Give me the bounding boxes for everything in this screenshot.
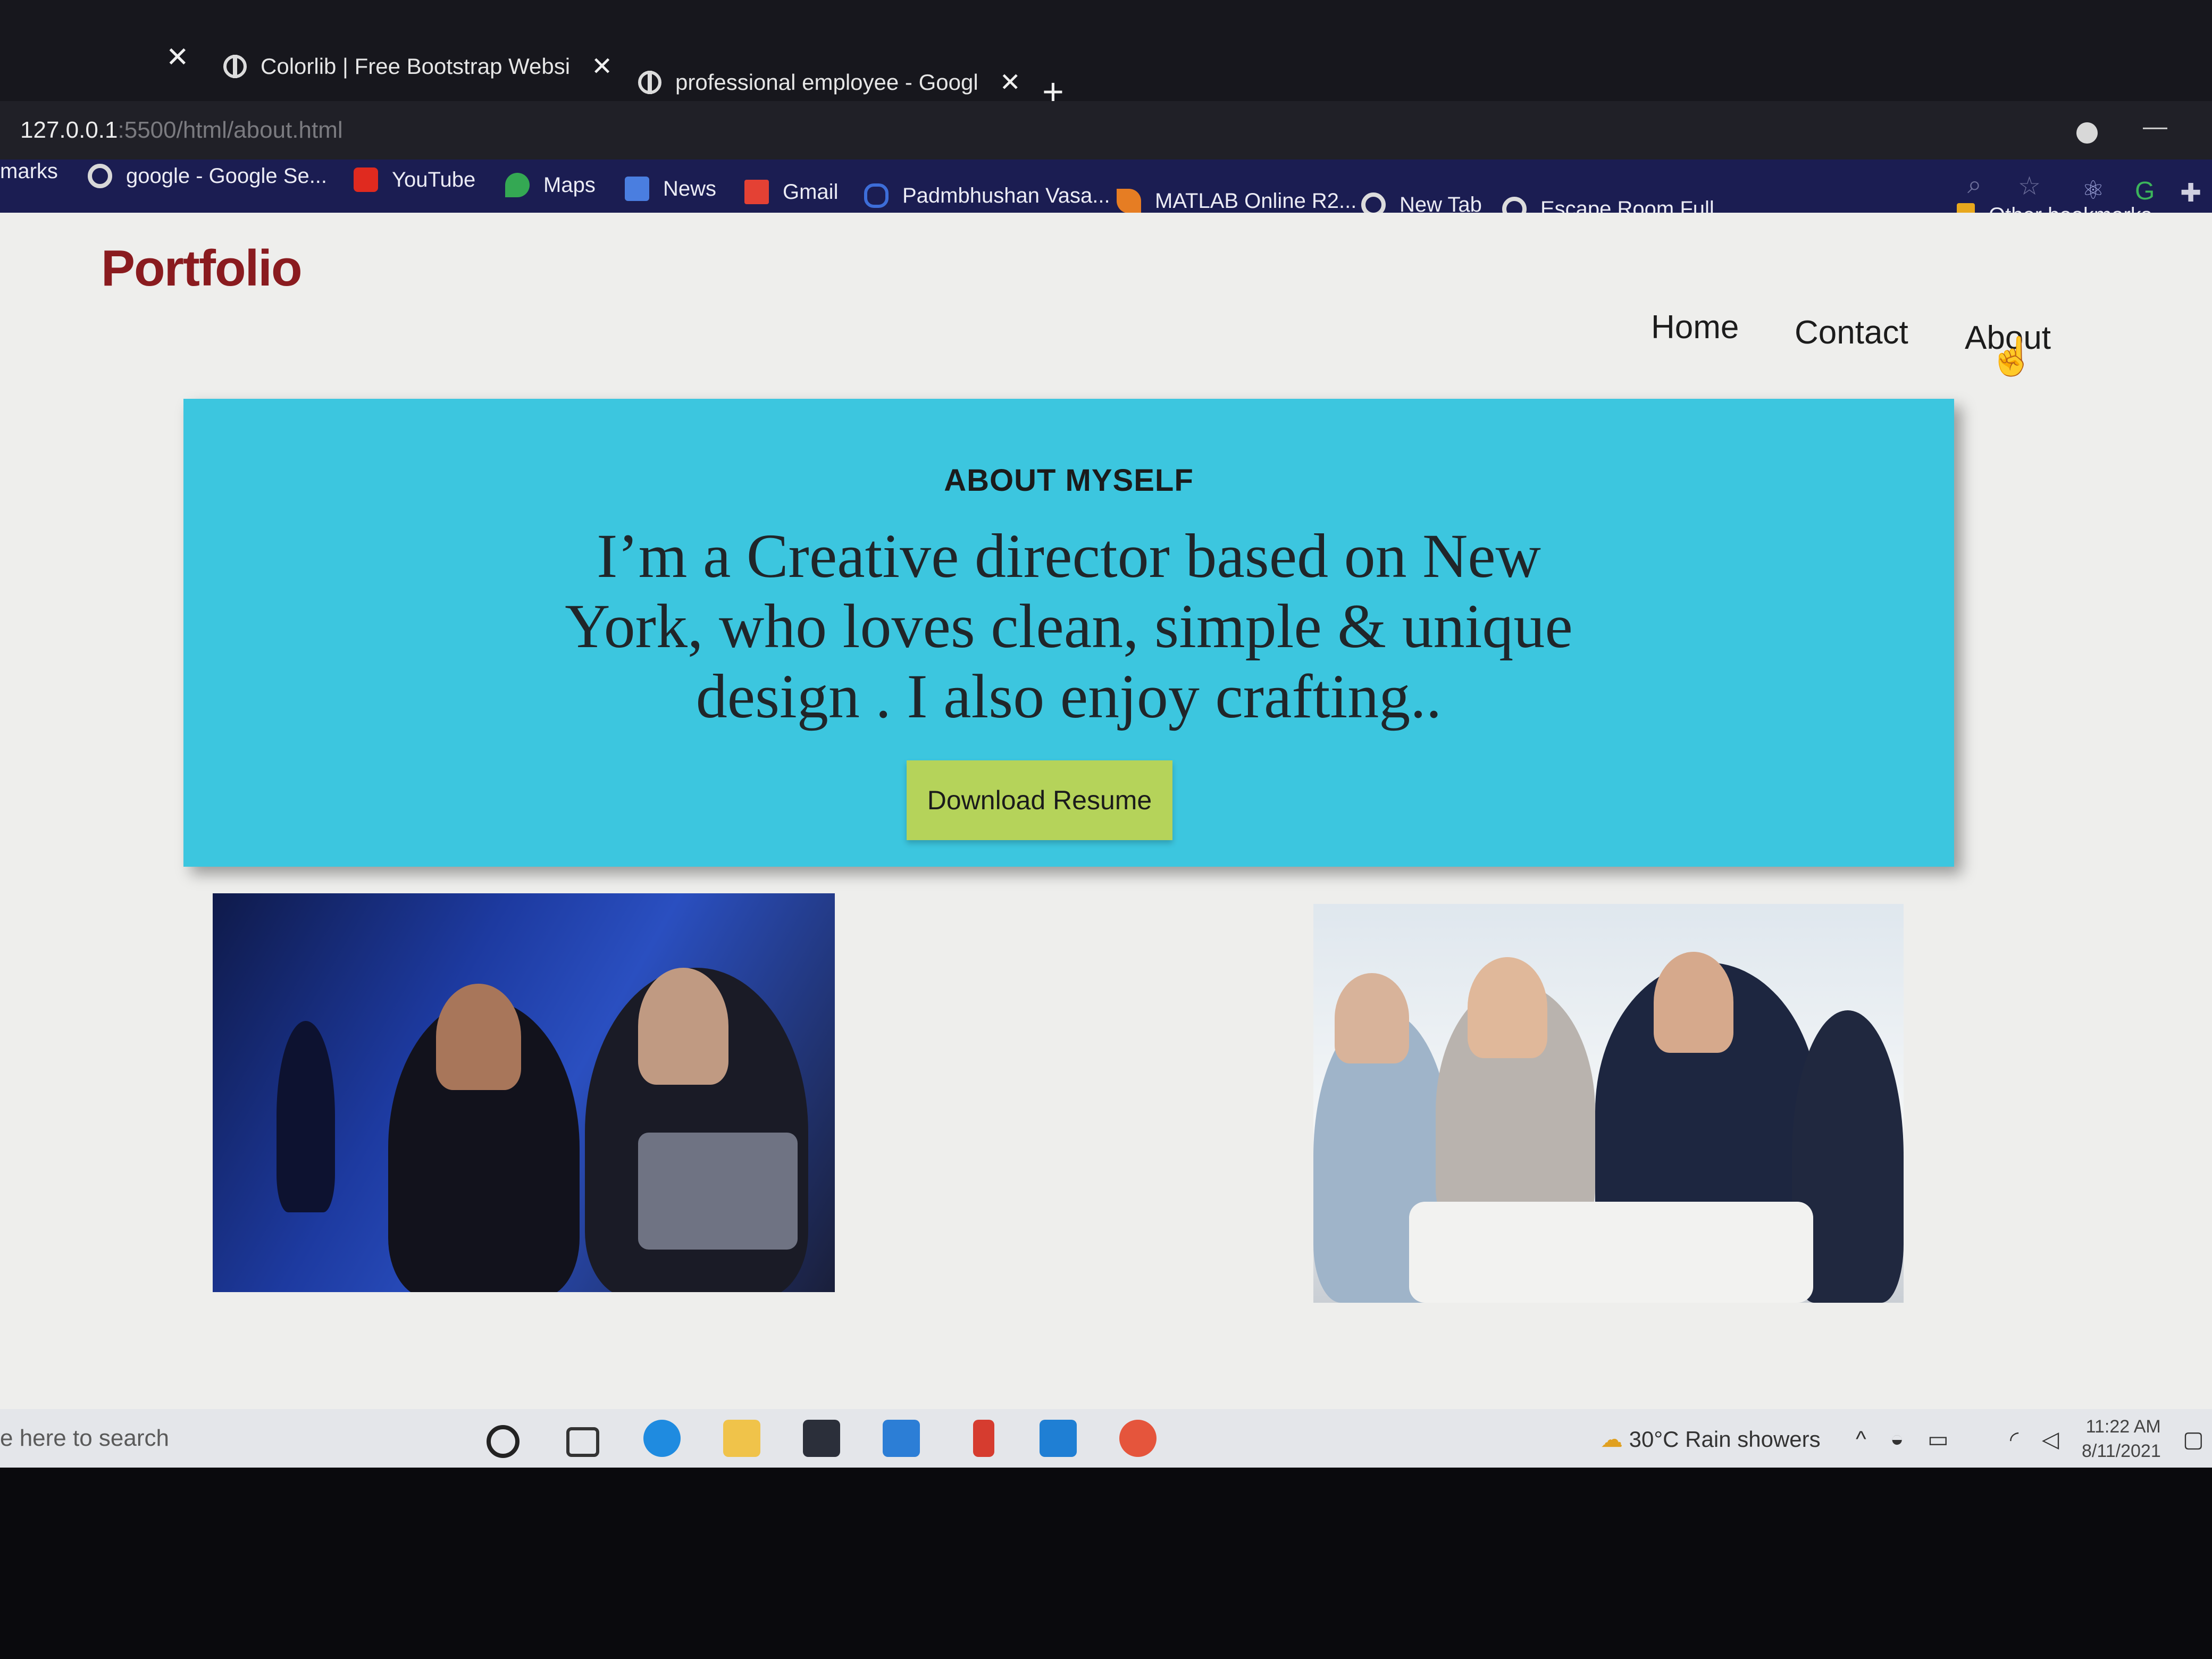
gift-icon[interactable] [973,1420,994,1457]
browser-tab-bar: ✕ Colorlib | Free Bootstrap Websi ✕ prof… [0,0,2212,112]
download-resume-button[interactable]: Download Resume [907,760,1172,840]
gmail-icon [744,180,769,204]
weather-icon: ☁ [1601,1427,1623,1452]
cortana-icon[interactable] [487,1425,520,1458]
about-heading: ABOUT MYSELF [944,463,1194,498]
maps-icon [505,173,530,197]
web-page: Portfolio Home Contact About ☝ ABOUT MYS… [0,213,2212,1409]
chevron-up-icon[interactable]: ^ [1856,1426,1866,1452]
close-tab-icon[interactable]: ✕ [591,52,613,81]
chrome-icon[interactable] [1119,1420,1157,1457]
google-icon [638,71,661,94]
monitor-bezel [0,1468,2212,1659]
google-icon [88,164,112,188]
react-icon[interactable]: ⚛ [2082,175,2105,205]
weather-text: 30°C Rain showers [1629,1427,1821,1452]
link-icon [864,183,889,208]
battery-icon[interactable]: ▭ [1928,1426,1949,1452]
weather-status[interactable]: ☁ 30°C Rain showers [1601,1426,1821,1452]
task-view-icon[interactable] [566,1427,599,1457]
nav-home[interactable]: Home [1651,308,1739,346]
url-path: :5500/html/about.html [118,117,343,143]
vscode-icon[interactable] [1040,1420,1077,1457]
tab-title: Colorlib | Free Bootstrap Websi [261,54,571,79]
bookmark-youtube[interactable]: YouTube [354,167,475,192]
nav-contact[interactable]: Contact [1795,314,1908,351]
globe-icon [223,55,247,78]
windows-taskbar: e here to search ☁ 30°C Rain showers ^ ◒… [0,1409,2212,1468]
photo-business-meeting [1313,904,1904,1303]
clock-time: 11:22 AM [2085,1417,2161,1437]
site-logo[interactable]: Portfolio [101,239,303,298]
url-host: 127.0.0.1 [20,117,118,143]
close-tab-icon[interactable]: ✕ [166,41,189,73]
bookmark-padmbhushan[interactable]: Padmbhushan Vasa... [864,183,1110,208]
network-icon[interactable]: ◒ [1890,1426,1904,1452]
news-icon [625,177,649,201]
wifi-icon[interactable]: ◜ [2010,1426,2018,1452]
about-text: I’m a Creative director based on New Yor… [565,521,1573,731]
hand-cursor-icon: ☝ [1989,336,2035,377]
taskbar-clock[interactable]: 11:22 AM 8/11/2021 [2082,1414,2161,1463]
minimize-button[interactable]: — [2143,112,2167,140]
mail-icon[interactable] [883,1420,920,1457]
bookmark-google[interactable]: google - Google Se... [88,164,327,188]
bookmark-news[interactable]: News [625,177,716,201]
about-hero: ABOUT MYSELF I’m a Creative director bas… [183,399,1954,867]
tab-colorlib[interactable]: Colorlib | Free Bootstrap Websi ✕ [223,37,613,96]
profile-icon[interactable] [2076,122,2098,144]
close-tab-icon[interactable]: ✕ [1000,68,1021,97]
extensions-icon[interactable]: ✚ [2180,178,2201,208]
photo-professionals-lab [213,893,835,1292]
clock-date: 8/11/2021 [2082,1441,2161,1461]
volume-icon[interactable]: ◁ [2042,1426,2059,1452]
bookmark-gmail[interactable]: Gmail [744,180,838,204]
youtube-icon [354,167,378,192]
bookmarks-label: marks [0,160,58,183]
edge-icon[interactable] [643,1420,681,1457]
file-explorer-icon[interactable] [723,1420,760,1457]
grammarly-icon[interactable]: G [2135,177,2155,206]
search-icon[interactable]: ⌕ [1967,170,1982,200]
store-icon[interactable] [803,1420,840,1457]
taskbar-search-input[interactable]: e here to search [0,1425,169,1452]
address-bar[interactable]: 127.0.0.1:5500/html/about.html — [0,101,2212,160]
bookmark-matlab[interactable]: MATLAB Online R2... [1117,189,1356,213]
tab-title: professional employee - Googl [675,70,978,95]
notifications-icon[interactable]: ▢ [2183,1426,2204,1452]
url-field[interactable]: 127.0.0.1:5500/html/about.html [20,117,343,144]
bookmark-maps[interactable]: Maps [505,173,596,197]
matlab-icon [1117,189,1141,213]
star-icon[interactable]: ☆ [2018,171,2041,201]
